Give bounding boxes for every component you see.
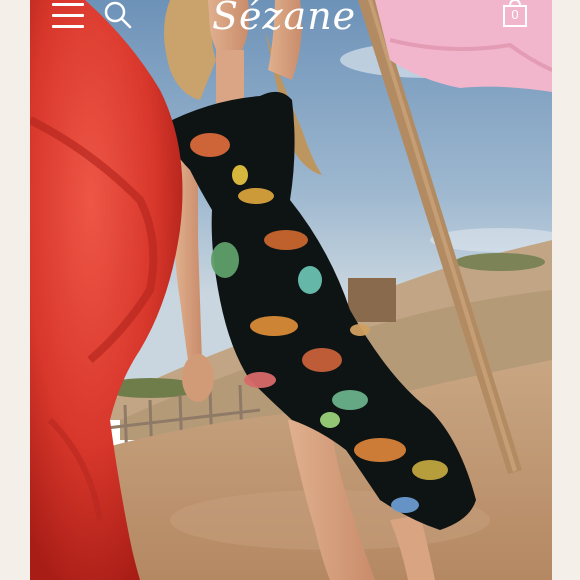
top-navigation-bar: Sézane 0: [30, 0, 552, 40]
search-icon[interactable]: [103, 0, 133, 30]
shopping-bag-icon[interactable]: 0: [502, 0, 532, 28]
cart-count: 0: [511, 7, 519, 22]
hamburger-menu-icon[interactable]: [52, 3, 84, 29]
brand-logo[interactable]: Sézane: [212, 0, 356, 38]
hero-image[interactable]: [30, 0, 552, 580]
app-screen: Sézane 0: [0, 0, 580, 580]
right-margin: [550, 0, 580, 580]
left-margin: [0, 0, 30, 580]
